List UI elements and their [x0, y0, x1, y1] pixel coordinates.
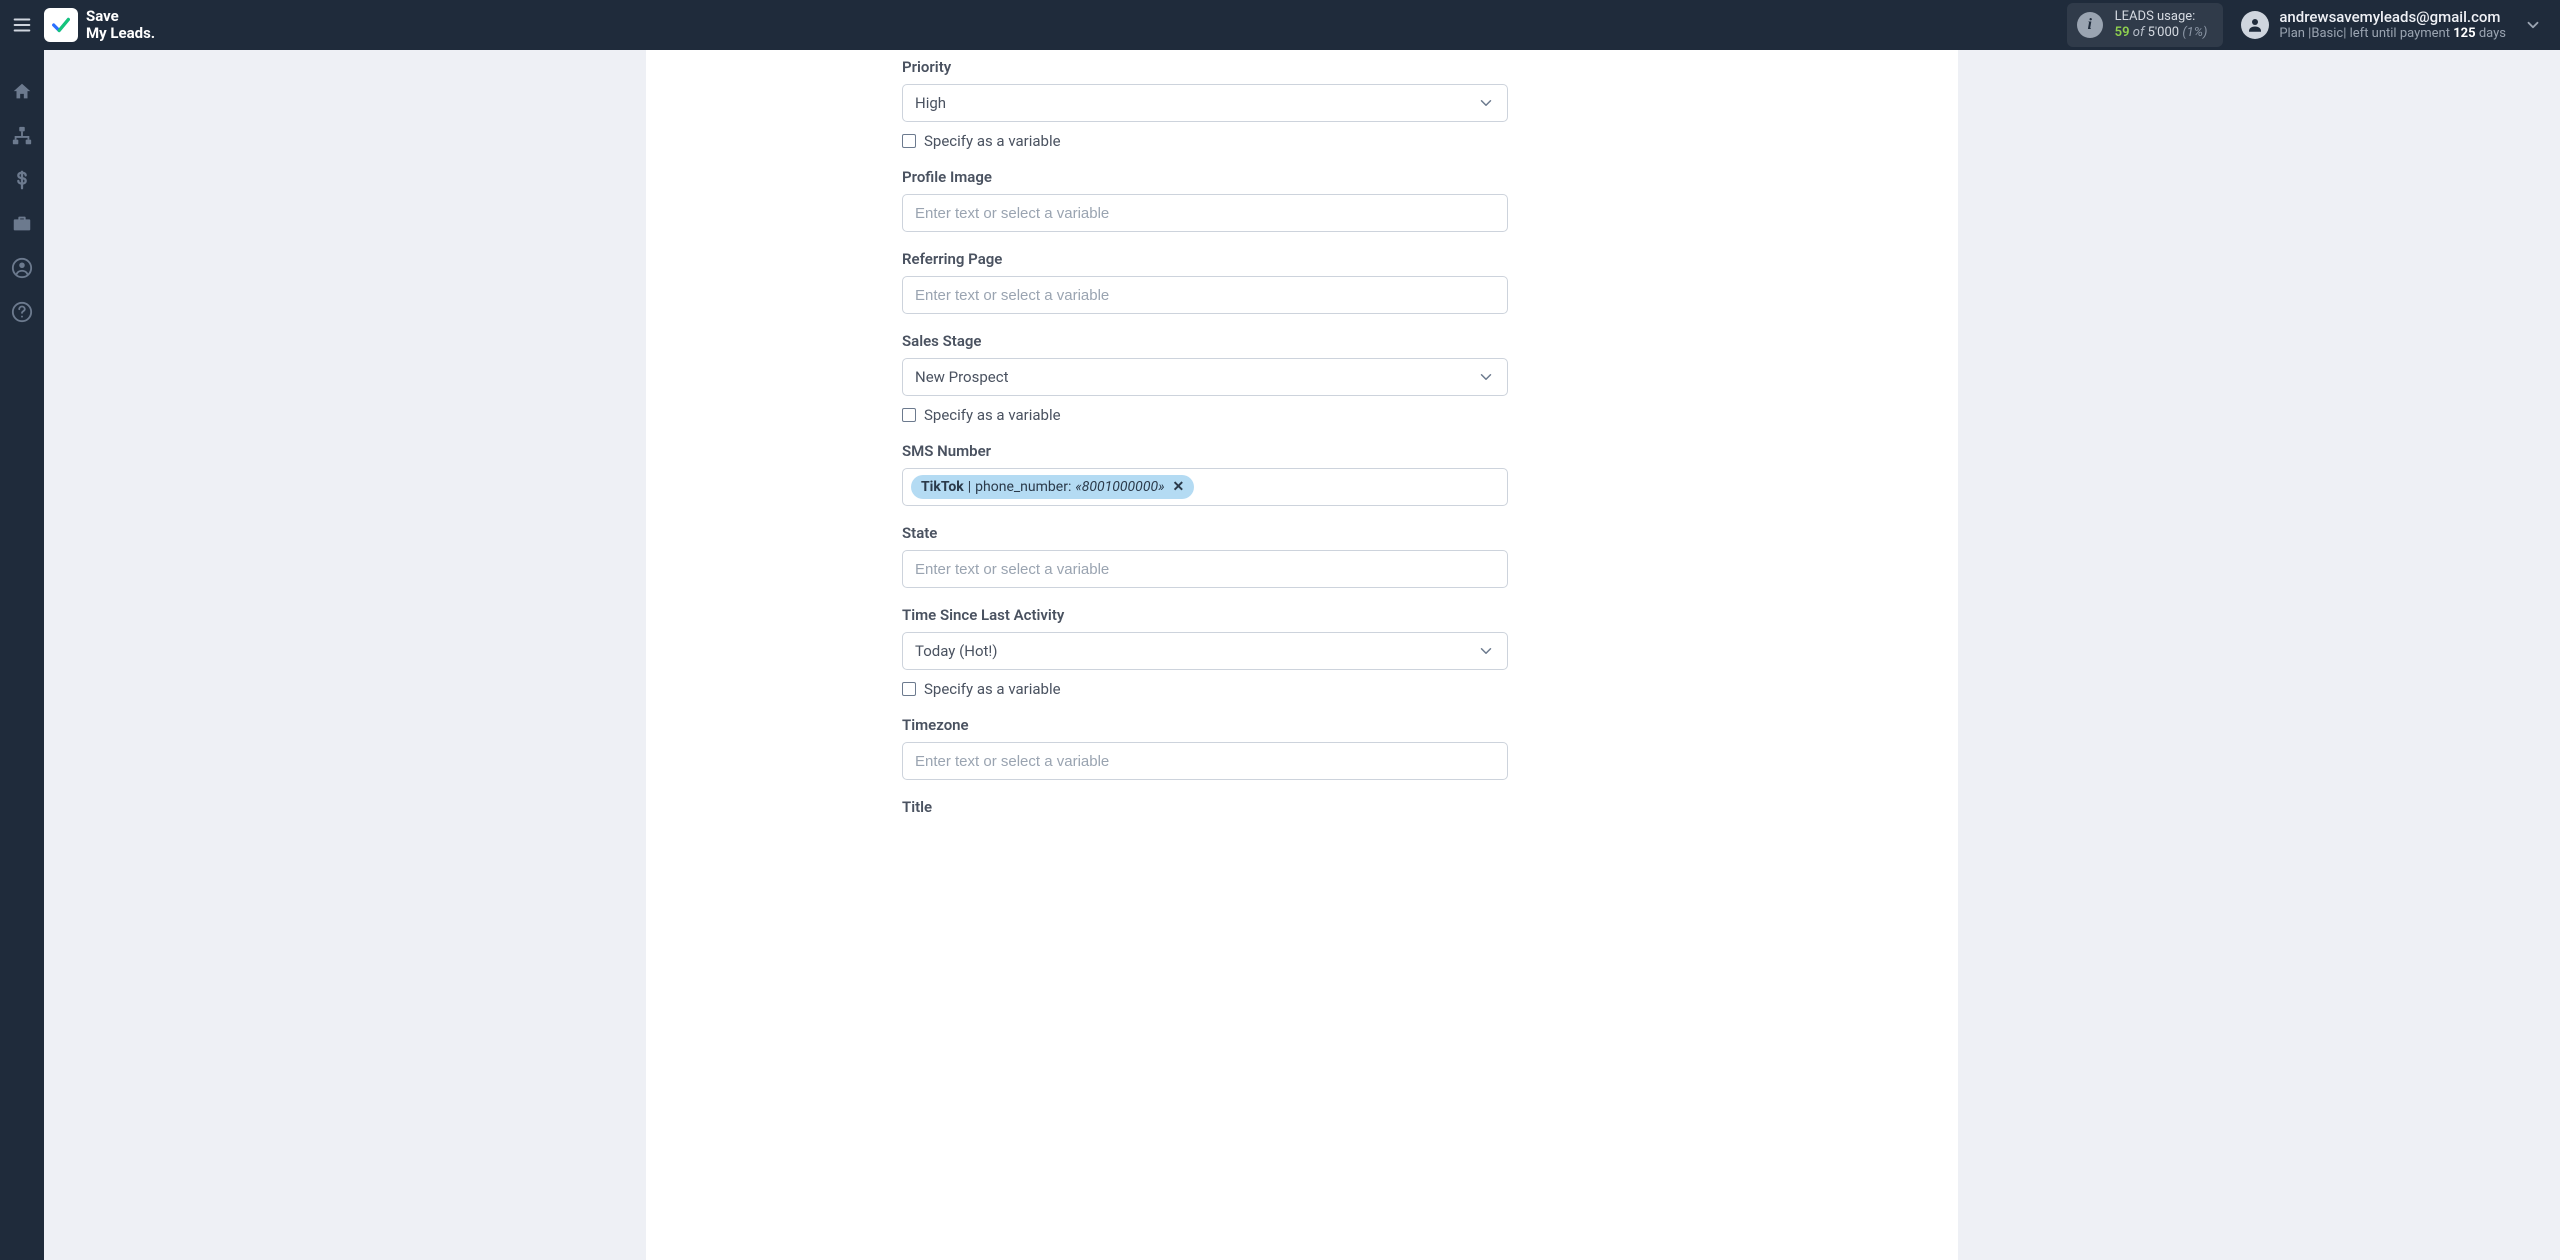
field-priority: Priority High Specify as a variable	[902, 58, 1508, 150]
logo-icon	[44, 8, 78, 42]
content-scroll[interactable]: Priority High Specify as a variable Prof…	[44, 50, 2560, 1260]
field-sales-stage: Sales Stage New Prospect Specify as a va…	[902, 332, 1508, 424]
label-timezone: Timezone	[902, 716, 1508, 734]
input-profile-image[interactable]	[902, 194, 1508, 232]
select-time-since[interactable]: Today (Hot!)	[902, 632, 1508, 670]
form-panel: Priority High Specify as a variable Prof…	[646, 50, 1958, 1260]
home-icon	[11, 81, 33, 103]
question-circle-icon	[11, 301, 33, 323]
label-time-since: Time Since Last Activity	[902, 606, 1508, 624]
select-priority[interactable]: High	[902, 84, 1508, 122]
user-email: andrewsavemyleads@gmail.com	[2279, 8, 2506, 26]
user-plan: Plan |Basic| left until payment 125 days	[2279, 26, 2506, 42]
chevron-down-icon	[1477, 94, 1495, 112]
sidebar-item-integrations[interactable]	[0, 202, 44, 246]
usage-percent: (1%)	[2182, 25, 2207, 40]
dollar-icon	[11, 169, 33, 191]
field-profile-image: Profile Image	[902, 168, 1508, 232]
field-state: State	[902, 524, 1508, 588]
user-avatar-icon	[2241, 11, 2269, 39]
info-icon: i	[2077, 12, 2103, 38]
field-time-since: Time Since Last Activity Today (Hot!) Sp…	[902, 606, 1508, 698]
sidebar-item-home[interactable]	[0, 70, 44, 114]
select-sales-stage[interactable]: New Prospect	[902, 358, 1508, 396]
chevron-down-icon	[1477, 368, 1495, 386]
usage-label: LEADS usage:	[2115, 9, 2208, 25]
usage-used: 59	[2115, 25, 2130, 40]
leads-usage-box[interactable]: i LEADS usage: 59 of 5'000 (1%)	[2067, 3, 2224, 46]
app-header: Save My Leads. i LEADS usage: 59 of 5'00…	[0, 0, 2560, 50]
field-referring-page: Referring Page	[902, 250, 1508, 314]
label-profile-image: Profile Image	[902, 168, 1508, 186]
checkbox-priority-variable[interactable]: Specify as a variable	[902, 132, 1508, 150]
sidebar-item-account[interactable]	[0, 246, 44, 290]
sidebar-item-help[interactable]	[0, 290, 44, 334]
checkbox-icon	[902, 408, 916, 422]
input-state[interactable]	[902, 550, 1508, 588]
label-state: State	[902, 524, 1508, 542]
input-referring-page[interactable]	[902, 276, 1508, 314]
field-title: Title	[902, 798, 1508, 816]
brand-logo[interactable]: Save My Leads.	[44, 8, 155, 43]
sitemap-icon	[11, 125, 33, 147]
input-sms-number[interactable]: TikTok | phone_number: «8001000000» ✕	[902, 468, 1508, 506]
user-circle-icon	[11, 257, 33, 279]
label-title: Title	[902, 798, 1508, 816]
field-timezone: Timezone	[902, 716, 1508, 780]
header-chevron-down-icon[interactable]	[2524, 16, 2542, 34]
usage-of: of	[2133, 25, 2145, 40]
label-referring-page: Referring Page	[902, 250, 1508, 268]
label-sms-number: SMS Number	[902, 442, 1508, 460]
variable-pill-sms[interactable]: TikTok | phone_number: «8001000000» ✕	[911, 475, 1194, 499]
sidebar-item-billing[interactable]	[0, 158, 44, 202]
checkbox-sales-stage-variable[interactable]: Specify as a variable	[902, 406, 1508, 424]
briefcase-icon	[11, 213, 33, 235]
input-timezone[interactable]	[902, 742, 1508, 780]
usage-total: 5'000	[2148, 25, 2180, 40]
pill-remove-icon[interactable]: ✕	[1173, 479, 1185, 495]
sidebar-item-connections[interactable]	[0, 114, 44, 158]
checkbox-time-since-variable[interactable]: Specify as a variable	[902, 680, 1508, 698]
field-sms-number: SMS Number TikTok | phone_number: «80010…	[902, 442, 1508, 506]
label-sales-stage: Sales Stage	[902, 332, 1508, 350]
brand-name: Save My Leads.	[86, 8, 155, 43]
user-menu[interactable]: andrewsavemyleads@gmail.com Plan |Basic|…	[2241, 8, 2506, 42]
sidebar	[0, 50, 44, 1260]
checkbox-icon	[902, 134, 916, 148]
chevron-down-icon	[1477, 642, 1495, 660]
hamburger-icon	[11, 14, 33, 36]
checkbox-icon	[902, 682, 916, 696]
label-priority: Priority	[902, 58, 1508, 76]
menu-button[interactable]	[0, 0, 44, 50]
